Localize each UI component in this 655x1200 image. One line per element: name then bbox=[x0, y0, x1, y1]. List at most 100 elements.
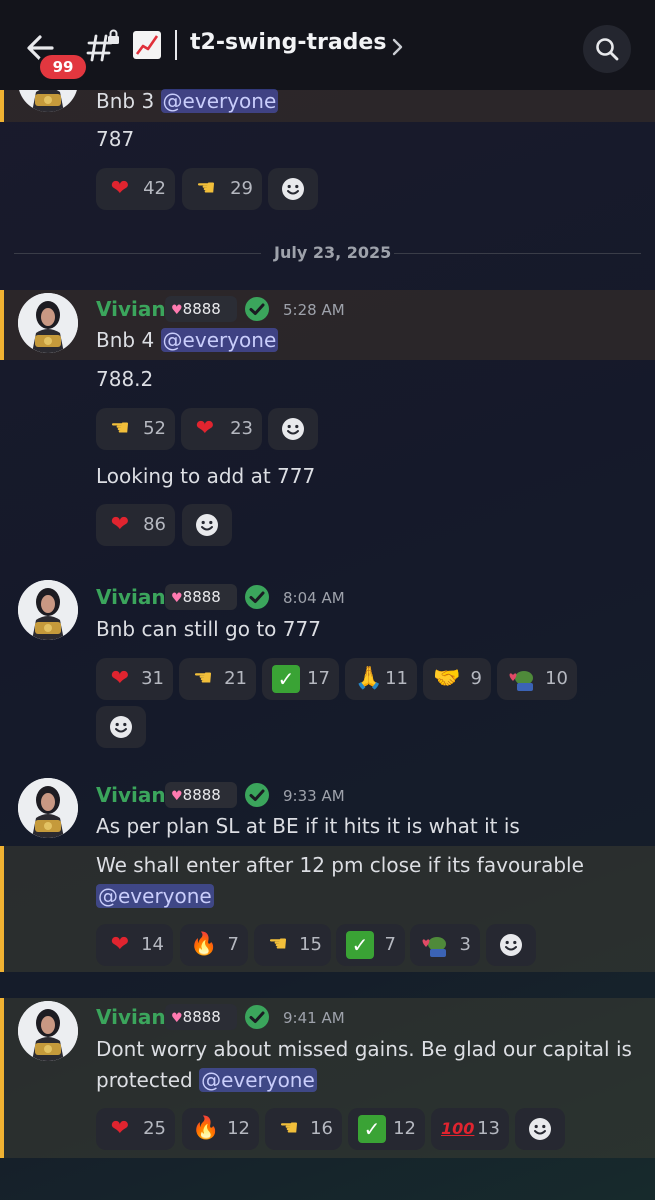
message-text: We shall enter after 12 pm close if its … bbox=[96, 853, 584, 877]
reaction-red-heart[interactable]: ❤ 31 bbox=[96, 658, 173, 700]
chart-increasing-icon bbox=[133, 31, 161, 59]
pepe-love-icon bbox=[507, 665, 535, 693]
check-mark-icon: ✓ bbox=[346, 931, 374, 959]
pink-heart-icon: ♥ bbox=[171, 789, 183, 804]
add-reaction-button[interactable] bbox=[268, 168, 318, 210]
timestamp: 9:33 AM bbox=[283, 787, 345, 805]
date-divider-line bbox=[14, 253, 261, 254]
avatar[interactable] bbox=[18, 778, 78, 838]
role-tag[interactable]: ♥8888 bbox=[165, 584, 237, 610]
header-separator bbox=[175, 30, 177, 60]
channel-name[interactable]: t2-swing-trades bbox=[190, 30, 386, 55]
author-name[interactable]: Vivian bbox=[96, 1005, 166, 1029]
role-tag[interactable]: ♥8888 bbox=[165, 296, 237, 322]
timestamp: 9:41 AM bbox=[283, 1009, 345, 1027]
reaction-fire[interactable]: 🔥 12 bbox=[182, 1108, 259, 1150]
smiley-icon bbox=[498, 932, 524, 958]
chevron-right-icon[interactable] bbox=[390, 36, 406, 58]
reaction-red-heart[interactable]: ❤ 14 bbox=[96, 924, 173, 966]
mention-everyone[interactable]: @everyone bbox=[96, 884, 214, 908]
reaction-pointing-hand[interactable]: ☚ 29 bbox=[182, 168, 262, 210]
add-reaction-button[interactable] bbox=[96, 706, 146, 748]
handshake-icon: 🤝 bbox=[433, 666, 461, 691]
role-tag[interactable]: ♥8888 bbox=[165, 782, 237, 808]
message-text: Bnb can still go to 777 bbox=[96, 617, 321, 641]
author-name[interactable]: Vivian bbox=[96, 297, 166, 321]
avatar[interactable] bbox=[18, 580, 78, 640]
add-reaction-button[interactable] bbox=[182, 504, 232, 546]
avatar[interactable] bbox=[18, 293, 78, 353]
red-heart-icon: ❤ bbox=[110, 1116, 130, 1141]
message-text: As per plan SL at BE if it hits it is wh… bbox=[96, 814, 520, 838]
folded-hands-icon: 🙏 bbox=[355, 666, 383, 691]
pointing-hand-icon: ☚ bbox=[110, 416, 130, 441]
reaction-check-mark[interactable]: ✓ 12 bbox=[348, 1108, 425, 1150]
message-text: 788.2 bbox=[96, 367, 154, 391]
check-mark-icon: ✓ bbox=[272, 665, 300, 693]
mention-everyone[interactable]: @everyone bbox=[160, 89, 279, 113]
verified-check-icon bbox=[244, 1004, 270, 1030]
reaction-pepe-love[interactable]: 10 bbox=[497, 658, 577, 700]
verified-check-icon bbox=[244, 296, 270, 322]
author-name[interactable]: Vivian bbox=[96, 585, 166, 609]
add-reaction-button[interactable] bbox=[268, 408, 318, 450]
date-divider-line bbox=[394, 253, 641, 254]
reaction-check-mark[interactable]: ✓ 7 bbox=[336, 924, 405, 966]
reaction-pepe-love[interactable]: 3 bbox=[410, 924, 480, 966]
smiley-icon bbox=[108, 714, 134, 740]
message-text: protected @everyone bbox=[96, 1068, 317, 1092]
reaction-red-heart[interactable]: ❤ 23 bbox=[181, 408, 262, 450]
avatar[interactable] bbox=[18, 1001, 78, 1061]
message-text: Bnb 4 @everyone bbox=[96, 328, 279, 352]
reaction-folded-hands[interactable]: 🙏 11 bbox=[345, 658, 417, 700]
verified-check-icon bbox=[244, 782, 270, 808]
reaction-red-heart[interactable]: ❤ 25 bbox=[96, 1108, 175, 1150]
reaction-hundred-points[interactable]: 100 13 bbox=[431, 1108, 509, 1150]
smiley-icon bbox=[527, 1116, 553, 1142]
red-heart-icon: ❤ bbox=[110, 666, 130, 691]
locked-channel-hash-icon bbox=[86, 29, 119, 62]
add-reaction-button[interactable] bbox=[486, 924, 536, 966]
reaction-pointing-hand[interactable]: ☚ 16 bbox=[265, 1108, 342, 1150]
pointing-hand-icon: ☚ bbox=[193, 666, 213, 691]
message-text: 787 bbox=[96, 127, 135, 151]
reaction-pointing-hand[interactable]: ☚ 21 bbox=[179, 658, 256, 700]
fire-icon: 🔥 bbox=[192, 1116, 220, 1141]
red-heart-icon: ❤ bbox=[110, 176, 130, 201]
reaction-pointing-hand[interactable]: ☚ 15 bbox=[254, 924, 331, 966]
reaction-red-heart[interactable]: ❤ 86 bbox=[96, 504, 175, 546]
message-text: Dont worry about missed gains. Be glad o… bbox=[96, 1037, 632, 1061]
mention-everyone[interactable]: @everyone bbox=[199, 1068, 317, 1092]
author-name[interactable]: Vivian bbox=[96, 783, 166, 807]
add-reaction-button[interactable] bbox=[515, 1108, 565, 1150]
smiley-icon bbox=[280, 416, 306, 442]
pink-heart-icon: ♥ bbox=[171, 303, 183, 318]
search-button[interactable] bbox=[583, 25, 631, 73]
mention-everyone[interactable]: @everyone bbox=[160, 328, 279, 352]
reaction-handshake[interactable]: 🤝 9 bbox=[423, 658, 491, 700]
reaction-check-mark[interactable]: ✓ 17 bbox=[262, 658, 339, 700]
message-text: Looking to add at 777 bbox=[96, 464, 316, 488]
smiley-icon bbox=[194, 512, 220, 538]
search-icon bbox=[596, 38, 619, 61]
role-tag[interactable]: ♥8888 bbox=[165, 1004, 237, 1030]
red-heart-icon: ❤ bbox=[110, 512, 130, 537]
reaction-red-heart[interactable]: ❤ 42 bbox=[96, 168, 175, 210]
pointing-hand-icon: ☚ bbox=[196, 176, 216, 201]
date-divider: July 23, 2025 bbox=[274, 243, 392, 262]
red-heart-icon: ❤ bbox=[110, 932, 130, 957]
pointing-hand-icon: ☚ bbox=[268, 932, 288, 957]
smiley-icon bbox=[280, 176, 306, 202]
unread-count-badge: 99 bbox=[40, 55, 86, 79]
check-mark-icon: ✓ bbox=[358, 1115, 386, 1143]
pink-heart-icon: ♥ bbox=[171, 1011, 183, 1026]
timestamp: 8:04 AM bbox=[283, 589, 345, 607]
pink-heart-icon: ♥ bbox=[171, 591, 183, 606]
pepe-love-icon bbox=[420, 931, 448, 959]
message-text: @everyone bbox=[96, 881, 214, 912]
pointing-hand-icon: ☚ bbox=[279, 1116, 299, 1141]
verified-check-icon bbox=[244, 584, 270, 610]
reaction-fire[interactable]: 🔥 7 bbox=[180, 924, 248, 966]
red-heart-icon: ❤ bbox=[195, 416, 215, 441]
reaction-pointing-hand[interactable]: ☚ 52 bbox=[96, 408, 175, 450]
